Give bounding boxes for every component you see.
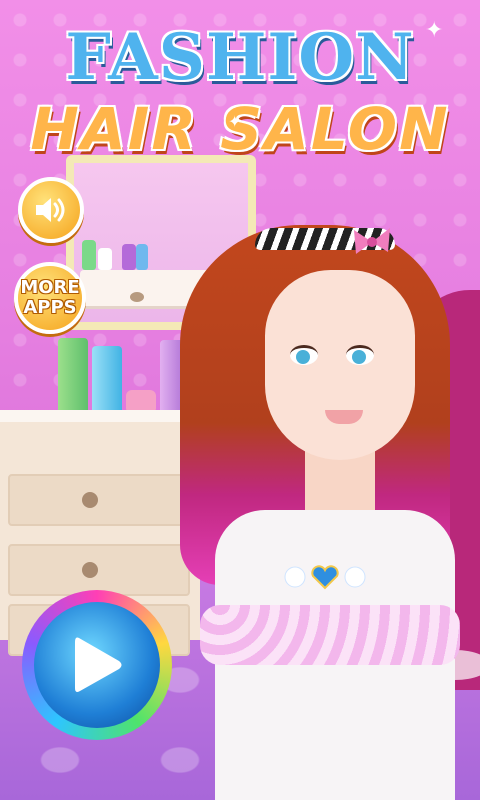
pink-bow-icon	[354, 228, 390, 254]
bottle-small	[122, 244, 136, 270]
bottle-small	[136, 244, 148, 270]
sound-button[interactable]	[18, 177, 84, 243]
character-face	[265, 270, 415, 460]
dresser-drawer	[8, 474, 190, 526]
speaker-volume-icon	[36, 198, 65, 222]
sparkle-icon: ✦	[425, 18, 444, 43]
dress-ruffle	[200, 605, 460, 665]
heart-necklace-icon	[284, 565, 366, 590]
dresser-drawer	[8, 544, 190, 596]
bottle-blue	[92, 346, 122, 416]
sparkle-icon: ✦	[228, 112, 242, 131]
shelf-knob	[130, 292, 144, 302]
title-fashion: FASHION	[65, 20, 415, 95]
game-scene: FASHION HAIR SALON ✦ ✦ MORE APPS	[0, 0, 480, 800]
more-apps-label-line2: APPS	[23, 297, 77, 318]
bottle-small	[98, 248, 112, 270]
more-apps-button[interactable]: MORE APPS	[14, 262, 86, 334]
drawer-knob	[82, 492, 98, 508]
play-triangle-icon	[75, 637, 122, 692]
bottle-green	[58, 338, 88, 416]
bottle-small	[82, 240, 96, 270]
drawer-knob	[82, 562, 98, 578]
play-button[interactable]	[34, 602, 160, 728]
more-apps-label-line1: MORE	[20, 277, 80, 298]
character-eye-right	[346, 345, 374, 365]
character-eye-left	[290, 345, 318, 365]
